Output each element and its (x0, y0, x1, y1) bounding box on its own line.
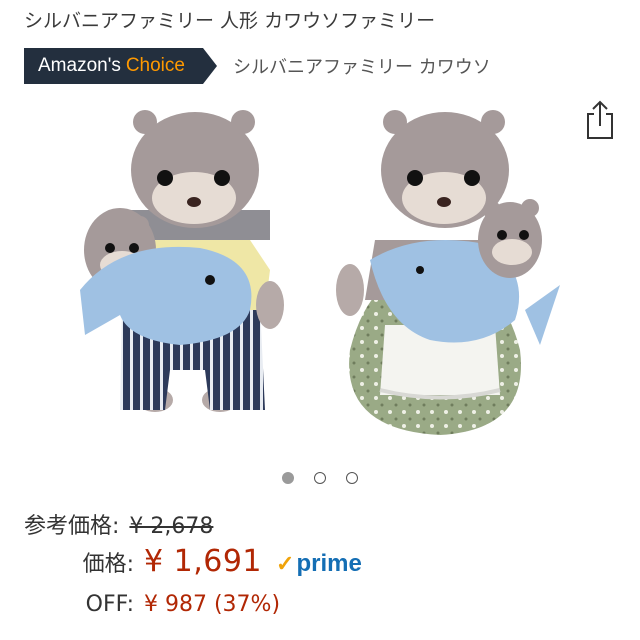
amazons-choice-row: Amazon's Choice シルバニアファミリー カワウソ (24, 48, 491, 84)
product-image[interactable] (60, 100, 580, 450)
savings-row: OFF: ¥ 987 (37%) (24, 592, 280, 617)
price-label: 価格: (82, 552, 134, 577)
list-price-label: 参考価格: (24, 514, 120, 539)
carousel-dot-1[interactable] (282, 472, 294, 484)
otter-mother-figure (336, 110, 560, 435)
price-value: ¥ 1,691 (144, 544, 263, 579)
price-row: 価格: ¥ 1,691 ✓ prime (24, 544, 362, 579)
prime-badge: ✓ prime (276, 550, 362, 578)
amazons-choice-badge[interactable]: Amazon's Choice (24, 48, 217, 84)
badge-prefix: Amazon's (38, 55, 121, 76)
share-icon[interactable] (584, 100, 616, 140)
carousel-dot-2[interactable] (314, 472, 326, 484)
badge-keyword[interactable]: シルバニアファミリー カワウソ (233, 53, 491, 79)
prime-check-icon: ✓ (276, 551, 295, 576)
image-carousel-dots (0, 472, 640, 484)
prime-label: prime (296, 550, 362, 577)
list-price-row: 参考価格: ¥ 2,678 (24, 508, 213, 540)
otter-father-figure (80, 110, 284, 412)
savings-value: ¥ 987 (37%) (144, 592, 281, 617)
carousel-dot-3[interactable] (346, 472, 358, 484)
list-price-value: ¥ 2,678 (129, 514, 214, 539)
badge-highlight: Choice (125, 55, 185, 76)
product-title: シルバニアファミリー 人形 カワウソファミリー (24, 10, 436, 32)
savings-label: OFF: (85, 592, 134, 617)
